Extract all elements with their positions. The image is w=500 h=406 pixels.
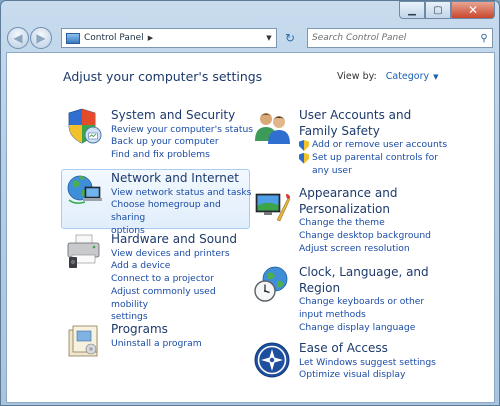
link-desktop-background[interactable]: Change desktop background xyxy=(299,230,431,243)
control-panel-window: ▁ ▢ ✕ ◀ ▶ Control Panel ▶ ▼ ↻ ⚲ Adjust y… xyxy=(0,0,500,406)
link-back-up[interactable]: Back up your computer xyxy=(111,136,253,149)
system-security-icon[interactable] xyxy=(65,108,103,146)
chevron-down-icon[interactable]: ▼ xyxy=(433,73,438,81)
forward-button[interactable]: ▶ xyxy=(30,27,52,49)
hardware-sound-icon[interactable] xyxy=(65,232,103,270)
category-title-ease-of-access[interactable]: Ease of Access xyxy=(299,341,436,357)
category-title-clock-language-line2[interactable]: Region xyxy=(299,281,429,297)
link-text: Add or remove user accounts xyxy=(312,139,448,150)
appearance-icon[interactable] xyxy=(253,186,291,224)
search-icon[interactable]: ⚲ xyxy=(476,33,492,44)
category-title-clock-language[interactable]: Clock, Language, and xyxy=(299,265,429,281)
page-title: Adjust your computer's settings xyxy=(63,69,263,84)
link-change-keyboards[interactable]: Change keyboards or other xyxy=(299,296,429,309)
breadcrumb-control-panel[interactable]: Control Panel xyxy=(84,33,144,43)
link-uninstall-program[interactable]: Uninstall a program xyxy=(111,338,202,351)
uac-shield-icon xyxy=(299,152,309,164)
category-title-appearance-line2[interactable]: Personalization xyxy=(299,202,431,218)
search-input[interactable] xyxy=(308,30,476,46)
category-user-accounts: User Accounts and Family Safety Add or r… xyxy=(253,108,463,178)
link-add-remove-accounts[interactable]: Add or remove user accounts xyxy=(299,139,447,152)
navigation-bar: ◀ ▶ Control Panel ▶ ▼ ↻ ⚲ xyxy=(1,25,499,51)
minimize-button[interactable]: ▁ xyxy=(399,1,425,19)
refresh-icon[interactable]: ↻ xyxy=(281,28,299,48)
category-title-user-accounts-line2[interactable]: Family Safety xyxy=(299,124,447,140)
link-screen-resolution[interactable]: Adjust screen resolution xyxy=(299,243,431,256)
category-text: Appearance and Personalization Change th… xyxy=(299,186,431,255)
breadcrumb-separator-icon[interactable]: ▶ xyxy=(148,34,153,42)
address-bar[interactable]: Control Panel ▶ ▼ xyxy=(61,28,277,48)
link-mobility-settings[interactable]: Adjust commonly used mobility xyxy=(111,286,255,312)
link-connect-projector[interactable]: Connect to a projector xyxy=(111,273,255,286)
link-network-status[interactable]: View network status and tasks xyxy=(111,187,255,200)
category-title-system-security[interactable]: System and Security xyxy=(111,108,253,124)
search-box[interactable]: ⚲ xyxy=(307,28,493,48)
link-homegroup[interactable]: Choose homegroup and sharing xyxy=(111,199,255,225)
caption-buttons: ▁ ▢ ✕ xyxy=(399,1,495,19)
link-parental-controls-cont[interactable]: any user xyxy=(299,165,447,178)
address-dropdown-icon[interactable]: ▼ xyxy=(262,29,276,47)
link-change-keyboards-cont[interactable]: input methods xyxy=(299,309,429,322)
category-system-security: System and Security Review your computer… xyxy=(65,108,255,164)
control-panel-icon xyxy=(66,32,80,44)
back-button[interactable]: ◀ xyxy=(7,27,29,49)
category-hardware-sound: Hardware and Sound View devices and prin… xyxy=(65,232,255,322)
content-pane: Adjust your computer's settings View by:… xyxy=(6,52,495,403)
link-parental-controls[interactable]: Set up parental controls for xyxy=(299,152,447,165)
category-title-network-internet[interactable]: Network and Internet xyxy=(111,171,255,187)
category-network-internet: Network and Internet View network status… xyxy=(65,171,255,236)
ease-of-access-icon[interactable] xyxy=(253,341,291,379)
link-windows-suggest[interactable]: Let Windows suggest settings xyxy=(299,357,436,370)
category-text: System and Security Review your computer… xyxy=(111,108,253,162)
link-display-language[interactable]: Change display language xyxy=(299,322,429,335)
view-by-label: View by: xyxy=(337,71,377,82)
user-accounts-icon[interactable] xyxy=(253,108,291,146)
link-change-theme[interactable]: Change the theme xyxy=(299,217,431,230)
maximize-button[interactable]: ▢ xyxy=(425,1,451,19)
link-add-device[interactable]: Add a device xyxy=(111,260,255,273)
view-by: View by: Category ▼ xyxy=(337,71,439,82)
close-button[interactable]: ✕ xyxy=(451,1,495,19)
category-title-user-accounts[interactable]: User Accounts and xyxy=(299,108,447,124)
category-text: Hardware and Sound View devices and prin… xyxy=(111,232,255,324)
category-appearance: Appearance and Personalization Change th… xyxy=(253,186,463,256)
uac-shield-icon xyxy=(299,140,309,151)
category-programs: Programs Uninstall a program xyxy=(65,322,255,362)
title-bar[interactable]: ▁ ▢ ✕ xyxy=(1,1,499,25)
network-internet-icon[interactable] xyxy=(65,171,103,209)
link-optimize-visual[interactable]: Optimize visual display xyxy=(299,369,436,382)
category-text: Programs Uninstall a program xyxy=(111,322,202,350)
link-find-fix[interactable]: Find and fix problems xyxy=(111,149,253,162)
category-title-hardware-sound[interactable]: Hardware and Sound xyxy=(111,232,255,248)
category-text: Clock, Language, and Region Change keybo… xyxy=(299,265,429,334)
programs-icon[interactable] xyxy=(65,322,103,360)
category-clock-language: Clock, Language, and Region Change keybo… xyxy=(253,265,463,335)
clock-language-icon[interactable] xyxy=(253,265,291,303)
category-title-programs[interactable]: Programs xyxy=(111,322,202,338)
category-ease-of-access: Ease of Access Let Windows suggest setti… xyxy=(253,341,463,391)
link-text: Set up parental controls for xyxy=(312,151,438,163)
category-text: Ease of Access Let Windows suggest setti… xyxy=(299,341,436,382)
category-title-appearance[interactable]: Appearance and xyxy=(299,186,431,202)
link-review-status[interactable]: Review your computer's status xyxy=(111,124,253,137)
view-by-dropdown[interactable]: Category xyxy=(386,71,429,82)
link-view-devices[interactable]: View devices and printers xyxy=(111,248,255,261)
category-text: User Accounts and Family Safety Add or r… xyxy=(299,108,447,177)
category-text: Network and Internet View network status… xyxy=(111,171,255,238)
